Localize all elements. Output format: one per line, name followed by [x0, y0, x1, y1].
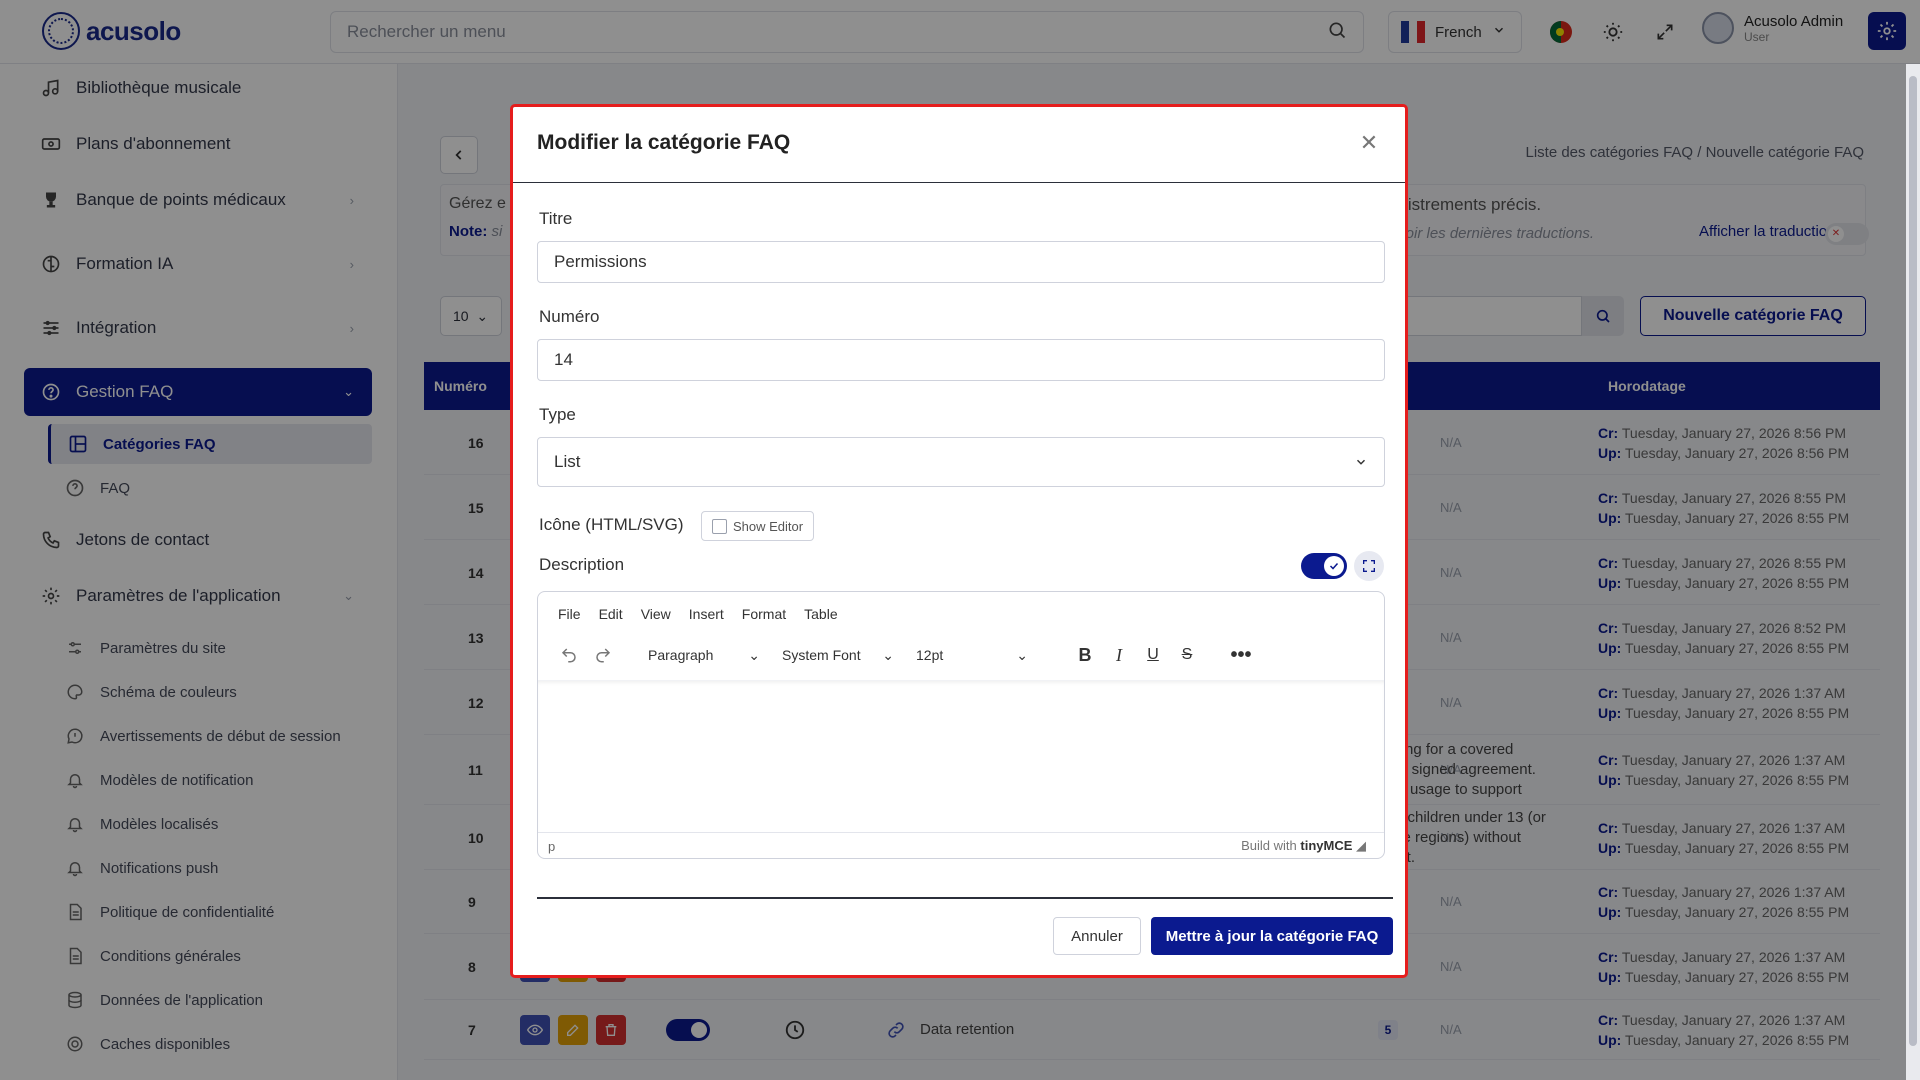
menu-edit[interactable]: Edit	[599, 606, 623, 622]
title-field[interactable]: Permissions	[537, 241, 1385, 283]
font-size-select[interactable]: 12pt ⌄	[908, 640, 1036, 670]
editor-menubar: File Edit View Insert Format Table	[558, 606, 838, 622]
modal-title: Modifier la catégorie FAQ	[537, 131, 791, 154]
description-label: Description	[539, 555, 625, 574]
font-size-value: 12pt	[916, 647, 944, 663]
type-label: Type	[539, 405, 576, 424]
chevron-down-icon	[1356, 459, 1366, 465]
undo-icon[interactable]	[552, 638, 586, 672]
close-icon[interactable]: ✕	[1357, 131, 1381, 155]
description-toggle[interactable]	[1301, 553, 1347, 579]
resize-handle-icon[interactable]: ◢	[1356, 838, 1366, 853]
menu-insert[interactable]: Insert	[689, 606, 724, 622]
icon-label: Icône (HTML/SVG)	[539, 515, 684, 534]
chevron-down-icon: ⌄	[748, 646, 760, 663]
show-editor-label: Show Editor	[733, 518, 804, 534]
menu-table[interactable]: Table	[804, 606, 837, 622]
checkbox[interactable]	[712, 518, 727, 534]
editor-toolbar: Paragraph ⌄ System Font ⌄ 12pt ⌄ B I U S ••…	[552, 638, 1370, 672]
chevron-down-icon: ⌄	[1016, 646, 1028, 663]
rich-text-editor: File Edit View Insert Format Table Parag…	[537, 591, 1385, 859]
show-editor-checkbox[interactable]: Show Editor	[701, 511, 815, 541]
menu-format[interactable]: Format	[742, 606, 786, 622]
menu-file[interactable]: File	[558, 606, 581, 622]
italic-icon[interactable]: I	[1102, 638, 1136, 672]
font-family-select[interactable]: System Font ⌄	[774, 640, 902, 670]
redo-icon[interactable]	[586, 638, 620, 672]
page-scrollbar[interactable]	[1906, 64, 1920, 1080]
number-label: Numéro	[539, 307, 600, 326]
more-icon[interactable]: •••	[1224, 638, 1258, 672]
update-faq-category-button[interactable]: Mettre à jour la catégorie FAQ	[1151, 917, 1393, 955]
expand-icon	[1363, 560, 1375, 572]
block-format-select[interactable]: Paragraph ⌄	[640, 640, 768, 670]
element-path[interactable]: p	[548, 839, 555, 854]
title-label: Titre	[539, 209, 573, 228]
editor-fullscreen-button[interactable]	[1354, 551, 1384, 581]
modal-footer-divider	[537, 897, 1393, 899]
edit-faq-category-modal: Modifier la catégorie FAQ ✕ Titre Permis…	[510, 104, 1408, 978]
menu-view[interactable]: View	[641, 606, 671, 622]
underline-icon[interactable]: U	[1136, 638, 1170, 672]
number-field[interactable]: 14	[537, 339, 1385, 381]
check-icon	[1324, 556, 1344, 576]
bold-icon[interactable]: B	[1068, 638, 1102, 672]
chevron-down-icon: ⌄	[882, 646, 894, 663]
strikethrough-icon[interactable]: S	[1170, 638, 1204, 672]
block-format-value: Paragraph	[648, 647, 714, 663]
type-select-value: List	[554, 452, 581, 471]
font-family-value: System Font	[782, 647, 861, 663]
type-select[interactable]: List	[537, 437, 1385, 487]
editor-content-area[interactable]	[538, 680, 1384, 832]
cancel-button[interactable]: Annuler	[1053, 917, 1141, 955]
modal-header: Modifier la catégorie FAQ ✕	[513, 107, 1405, 183]
tinymce-branding[interactable]: Build with tinyMCE ◢	[1241, 838, 1366, 854]
editor-statusbar: p Build with tinyMCE ◢	[538, 832, 1384, 858]
